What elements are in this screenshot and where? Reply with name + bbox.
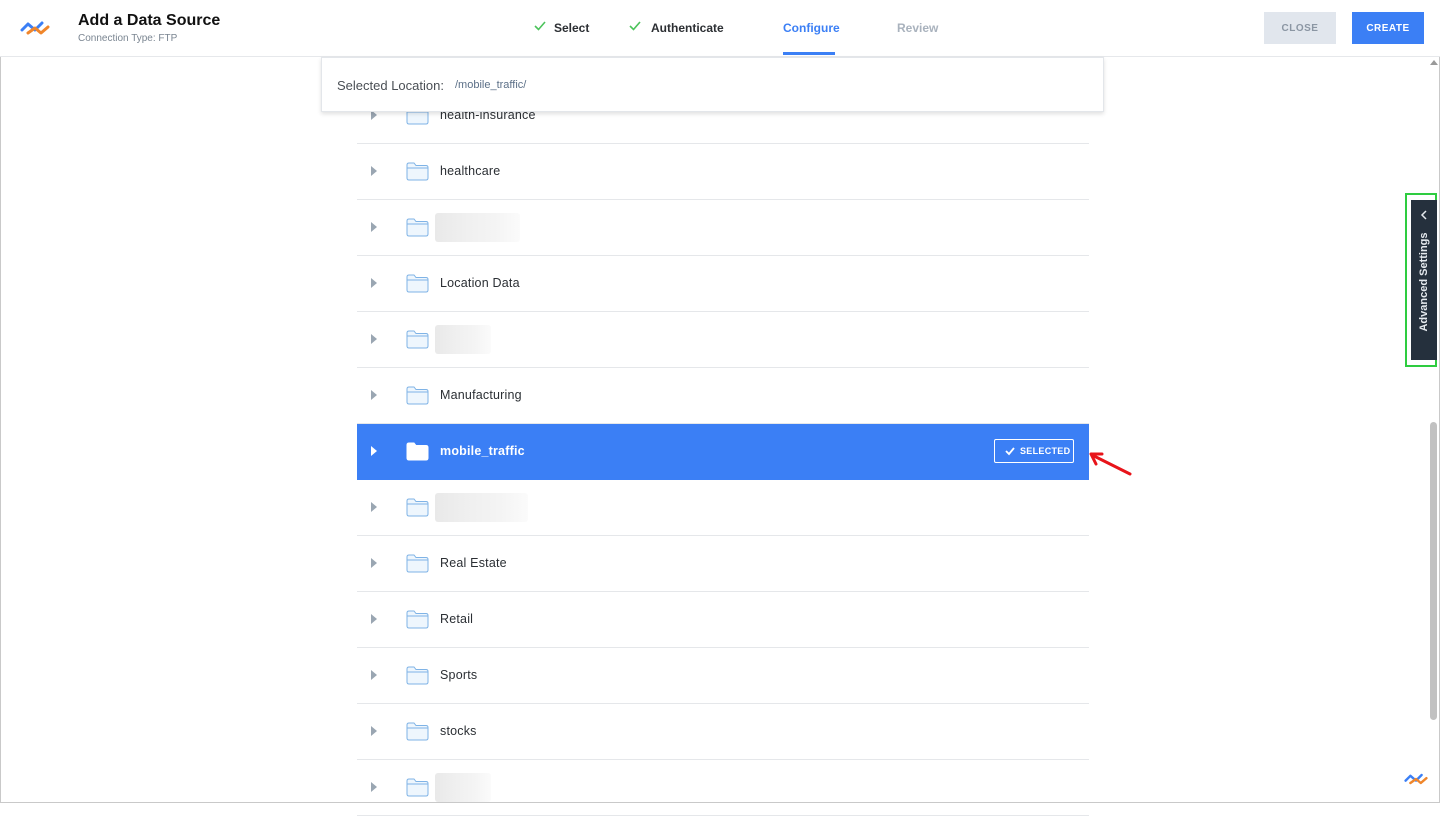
folder-row-selected[interactable]: mobile_traffic SELECTED [357,424,1089,480]
folder-row[interactable]: healthcare [357,144,1089,200]
folder-icon [406,442,429,461]
folder-name: stocks [440,724,477,738]
folder-row[interactable] [357,200,1089,256]
connection-type-subtitle: Connection Type: FTP [78,33,178,44]
folder-icon [406,386,429,405]
folder-row[interactable]: Real Estate [357,536,1089,592]
redacted-folder-name [435,325,491,354]
check-icon [1005,447,1015,456]
folder-name: Retail [440,612,474,626]
caret-right-icon[interactable] [371,670,377,680]
header-bar: Add a Data Source Connection Type: FTP S… [0,0,1440,57]
folder-icon [406,666,429,685]
caret-right-icon[interactable] [371,166,377,176]
close-button[interactable]: CLOSE [1264,12,1336,44]
folder-row[interactable]: Retail [357,592,1089,648]
folder-icon [406,722,429,741]
folder-row[interactable] [357,480,1089,536]
folder-name: Location Data [440,276,520,290]
folder-name: healthcare [440,164,501,178]
redacted-folder-name [435,773,491,802]
folder-name: Real Estate [440,556,507,570]
folder-icon [406,554,429,573]
redacted-folder-name [435,213,520,242]
annotation-arrow-icon [1089,452,1132,476]
caret-right-icon[interactable] [371,334,377,344]
folder-icon [406,330,429,349]
caret-right-icon[interactable] [371,502,377,512]
folder-icon [406,778,429,797]
folder-name: Sports [440,668,478,682]
folder-name: mobile_traffic [440,444,525,458]
folder-icon [406,162,429,181]
caret-right-icon[interactable] [371,390,377,400]
caret-right-icon[interactable] [371,782,377,792]
scrollbar-thumb[interactable] [1430,422,1437,720]
create-button[interactable]: CREATE [1352,12,1424,44]
active-step-underline [783,52,835,55]
step-label: Select [554,21,590,35]
folder-row[interactable] [357,760,1089,816]
check-icon [629,21,641,31]
selected-badge: SELECTED [994,439,1074,463]
caret-right-icon[interactable] [371,278,377,288]
folder-row[interactable]: Location Data [357,256,1089,312]
chevron-left-icon[interactable] [1420,210,1428,220]
folder-name: Manufacturing [440,388,522,402]
selected-location-card: Selected Location: /mobile_traffic/ [321,57,1104,112]
app-logo-icon [20,21,50,35]
caret-right-icon[interactable] [371,446,377,456]
folder-icon [406,274,429,293]
selected-badge-label: SELECTED [1020,446,1071,456]
caret-right-icon[interactable] [371,614,377,624]
folder-row[interactable]: Manufacturing [357,368,1089,424]
folder-tree: health-insurance healthcare Location Dat… [357,88,1089,816]
folder-icon [406,218,429,237]
redacted-folder-name [435,493,528,522]
caret-right-icon[interactable] [371,726,377,736]
selected-location-label: Selected Location: [337,78,444,93]
folder-row[interactable] [357,312,1089,368]
scroll-up-arrow-icon[interactable] [1430,60,1438,65]
caret-right-icon[interactable] [371,558,377,568]
folder-row[interactable]: Sports [357,648,1089,704]
step-label: Authenticate [651,21,724,35]
step-label: Configure [783,21,840,35]
selected-location-value: /mobile_traffic/ [455,79,527,91]
step-label: Review [897,21,939,35]
folder-icon [406,498,429,517]
app-logo-icon [1404,773,1428,785]
check-icon [534,21,546,31]
page-title: Add a Data Source [78,12,221,29]
caret-right-icon[interactable] [371,222,377,232]
folder-row[interactable]: stocks [357,704,1089,760]
folder-icon [406,610,429,629]
